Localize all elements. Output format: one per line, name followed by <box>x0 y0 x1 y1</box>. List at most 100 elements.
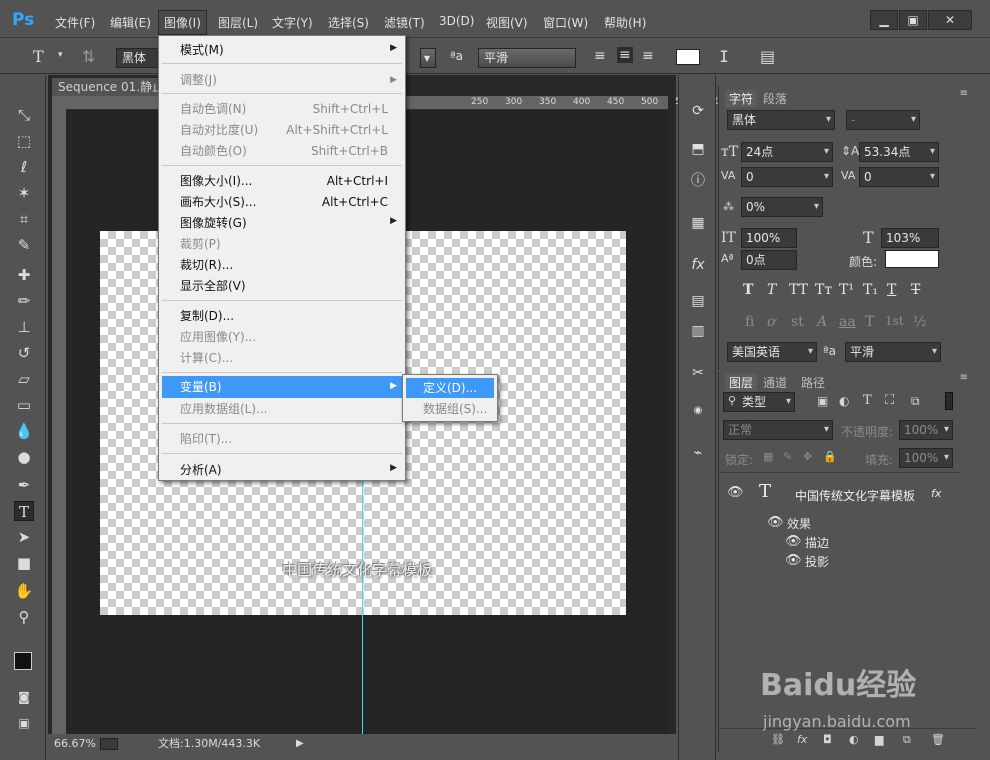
text-color-swatch[interactable] <box>676 49 700 65</box>
opacity-field[interactable]: 100% <box>899 420 953 440</box>
character-styles-icon[interactable]: ▥ <box>688 321 708 341</box>
layer-name[interactable]: 中国传统文化字幕模板 <box>795 487 915 504</box>
text-orientation-icon[interactable]: ⇅ <box>82 47 95 66</box>
history-brush-tool-icon[interactable]: ↺ <box>14 343 34 363</box>
menu-item-variables[interactable]: 变量(B) <box>180 377 222 397</box>
menu-item-crop[interactable]: 裁剪(P) <box>180 234 221 254</box>
menu-item-adjustments[interactable]: 调整(J) <box>180 70 217 90</box>
menu-item-duplicate[interactable]: 复制(D)... <box>180 306 234 326</box>
type-tool-icon[interactable]: T <box>14 501 34 521</box>
submenu-item-data-sets[interactable]: 数据组(S)... <box>423 399 487 419</box>
menu-item-auto-contrast[interactable]: 自动对比度(U) <box>180 120 258 140</box>
tool-presets-icon[interactable]: ✂ <box>688 363 708 383</box>
status-info-icon[interactable] <box>100 738 118 750</box>
tab-character[interactable]: 字符 <box>725 90 758 107</box>
stylistic-alternates-button[interactable]: aa <box>839 314 856 330</box>
lock-pixels-icon[interactable]: ✎ <box>783 450 792 463</box>
font-size-dropdown[interactable]: ▾ <box>420 48 436 68</box>
clone-source-icon[interactable]: ⌁ <box>688 443 708 463</box>
font-size-field[interactable]: 24点 <box>741 142 833 162</box>
menu-item-trap[interactable]: 陷印(T)... <box>180 429 232 449</box>
faux-bold-button[interactable]: T <box>743 282 753 298</box>
crop-tool-icon[interactable]: ⌗ <box>14 209 34 229</box>
blur-tool-icon[interactable]: 💧 <box>14 421 34 441</box>
tab-paths[interactable]: 路径 <box>801 374 825 391</box>
text-color-swatch[interactable] <box>885 250 939 268</box>
menu-item-reveal-all[interactable]: 显示全部(V) <box>180 276 246 296</box>
menu-help[interactable]: 帮助(H) <box>604 14 646 31</box>
strikethrough-button[interactable]: T <box>911 282 920 298</box>
menu-item-calculations[interactable]: 计算(C)... <box>180 348 233 368</box>
add-style-icon[interactable]: fx <box>797 733 807 746</box>
effects-eye-icon[interactable]: 👁 <box>767 515 784 530</box>
menu-window[interactable]: 窗口(W) <box>543 14 588 31</box>
menu-item-analysis[interactable]: 分析(A) <box>180 460 222 480</box>
small-caps-button[interactable]: Tт <box>815 282 832 298</box>
leading-field[interactable]: 53.34点 <box>859 142 939 162</box>
delete-layer-icon[interactable]: 🗑 <box>931 733 945 746</box>
align-left-icon[interactable]: ≡ <box>594 48 606 64</box>
lock-all-icon[interactable]: 🔒 <box>823 450 837 463</box>
add-mask-icon[interactable]: ◘ <box>823 733 832 746</box>
menu-layer[interactable]: 图层(L) <box>218 14 258 31</box>
3d-panel-icon[interactable]: ⬒ <box>688 139 708 159</box>
blend-mode-select[interactable]: 正常 <box>723 420 833 440</box>
tab-paragraph[interactable]: 段落 <box>763 90 787 107</box>
proportional-spacing-field[interactable]: 0% <box>741 197 823 217</box>
chevron-down-icon[interactable]: ▾ <box>58 50 63 60</box>
path-selection-tool-icon[interactable]: ➤ <box>14 527 34 547</box>
lasso-tool-icon[interactable]: ℓ <box>14 157 34 177</box>
all-caps-button[interactable]: TT <box>789 282 808 298</box>
old-style-button[interactable]: ơ <box>767 314 775 330</box>
info-panel-icon[interactable]: ⓘ <box>688 171 708 191</box>
history-panel-icon[interactable]: ⟳ <box>688 101 708 121</box>
guide-line[interactable] <box>362 460 363 735</box>
stroke-effect-label[interactable]: 描边 <box>805 534 829 551</box>
new-group-icon[interactable]: ▆ <box>875 733 883 746</box>
eyedropper-tool-icon[interactable]: ✎ <box>14 235 34 255</box>
close-button[interactable]: ✕ <box>928 10 972 30</box>
filter-adjustment-icon[interactable]: ◐ <box>839 394 849 408</box>
paragraph-styles-icon[interactable]: ▤ <box>688 291 708 311</box>
filter-pixel-icon[interactable]: ▣ <box>817 394 828 408</box>
underline-button[interactable]: T <box>887 282 896 298</box>
tab-channels[interactable]: 通道 <box>763 374 787 391</box>
menu-select[interactable]: 选择(S) <box>328 14 369 31</box>
menu-item-auto-tone[interactable]: 自动色调(N) <box>180 99 246 119</box>
menu-view[interactable]: 视图(V) <box>486 14 528 31</box>
drop-shadow-effect-label[interactable]: 投影 <box>805 553 829 570</box>
menu-file[interactable]: 文件(F) <box>55 14 95 31</box>
new-layer-icon[interactable]: ⧉ <box>903 733 911 747</box>
layer-row[interactable]: 👁 T 中国传统文化字幕模板 fx <box>719 473 961 513</box>
menu-edit[interactable]: 编辑(E) <box>110 14 151 31</box>
filter-shape-icon[interactable]: ⛶ <box>885 393 894 408</box>
timeline-panel-icon[interactable]: ◉ <box>688 401 708 421</box>
subscript-button[interactable]: T₁ <box>863 282 878 298</box>
quick-mask-icon[interactable]: ◙ <box>14 687 34 707</box>
new-adjustment-icon[interactable]: ◐ <box>849 733 859 746</box>
menu-3d[interactable]: 3D(D) <box>439 14 474 28</box>
panel-menu-icon[interactable]: ≡ <box>960 88 968 99</box>
marquee-tool-icon[interactable]: ⬚ <box>14 131 34 151</box>
link-layers-icon[interactable]: ⛓ <box>771 733 785 746</box>
brush-tool-icon[interactable]: ✏ <box>14 291 34 311</box>
menu-item-trim[interactable]: 裁切(R)... <box>180 255 233 275</box>
menu-filter[interactable]: 滤镜(T) <box>384 14 425 31</box>
filter-smart-object-icon[interactable]: ⧉ <box>911 394 920 409</box>
zoom-level[interactable]: 66.67% <box>54 734 96 754</box>
drop-shadow-effect-eye-icon[interactable]: 👁 <box>785 553 802 568</box>
tab-layers[interactable]: 图层 <box>725 374 758 391</box>
discretionary-ligatures-button[interactable]: st <box>791 314 804 330</box>
layer-effects-icon[interactable]: fx <box>931 487 941 500</box>
lock-position-icon[interactable]: ✥ <box>803 450 812 463</box>
hand-tool-icon[interactable]: ✋ <box>14 581 34 601</box>
visibility-eye-icon[interactable]: 👁 <box>727 485 744 500</box>
titling-alternates-button[interactable]: T <box>865 314 874 330</box>
menu-item-image-rotation[interactable]: 图像旋转(G) <box>180 213 247 233</box>
char-font-style-select[interactable]: - <box>846 110 920 130</box>
language-select[interactable]: 美国英语 <box>727 342 817 362</box>
anti-alias-select[interactable]: 平滑 <box>478 48 576 68</box>
menu-item-apply-data-set[interactable]: 应用数据组(L)... <box>180 399 268 419</box>
align-center-icon[interactable]: ≡ <box>617 47 633 63</box>
tracking-field[interactable]: 0 <box>859 167 939 187</box>
